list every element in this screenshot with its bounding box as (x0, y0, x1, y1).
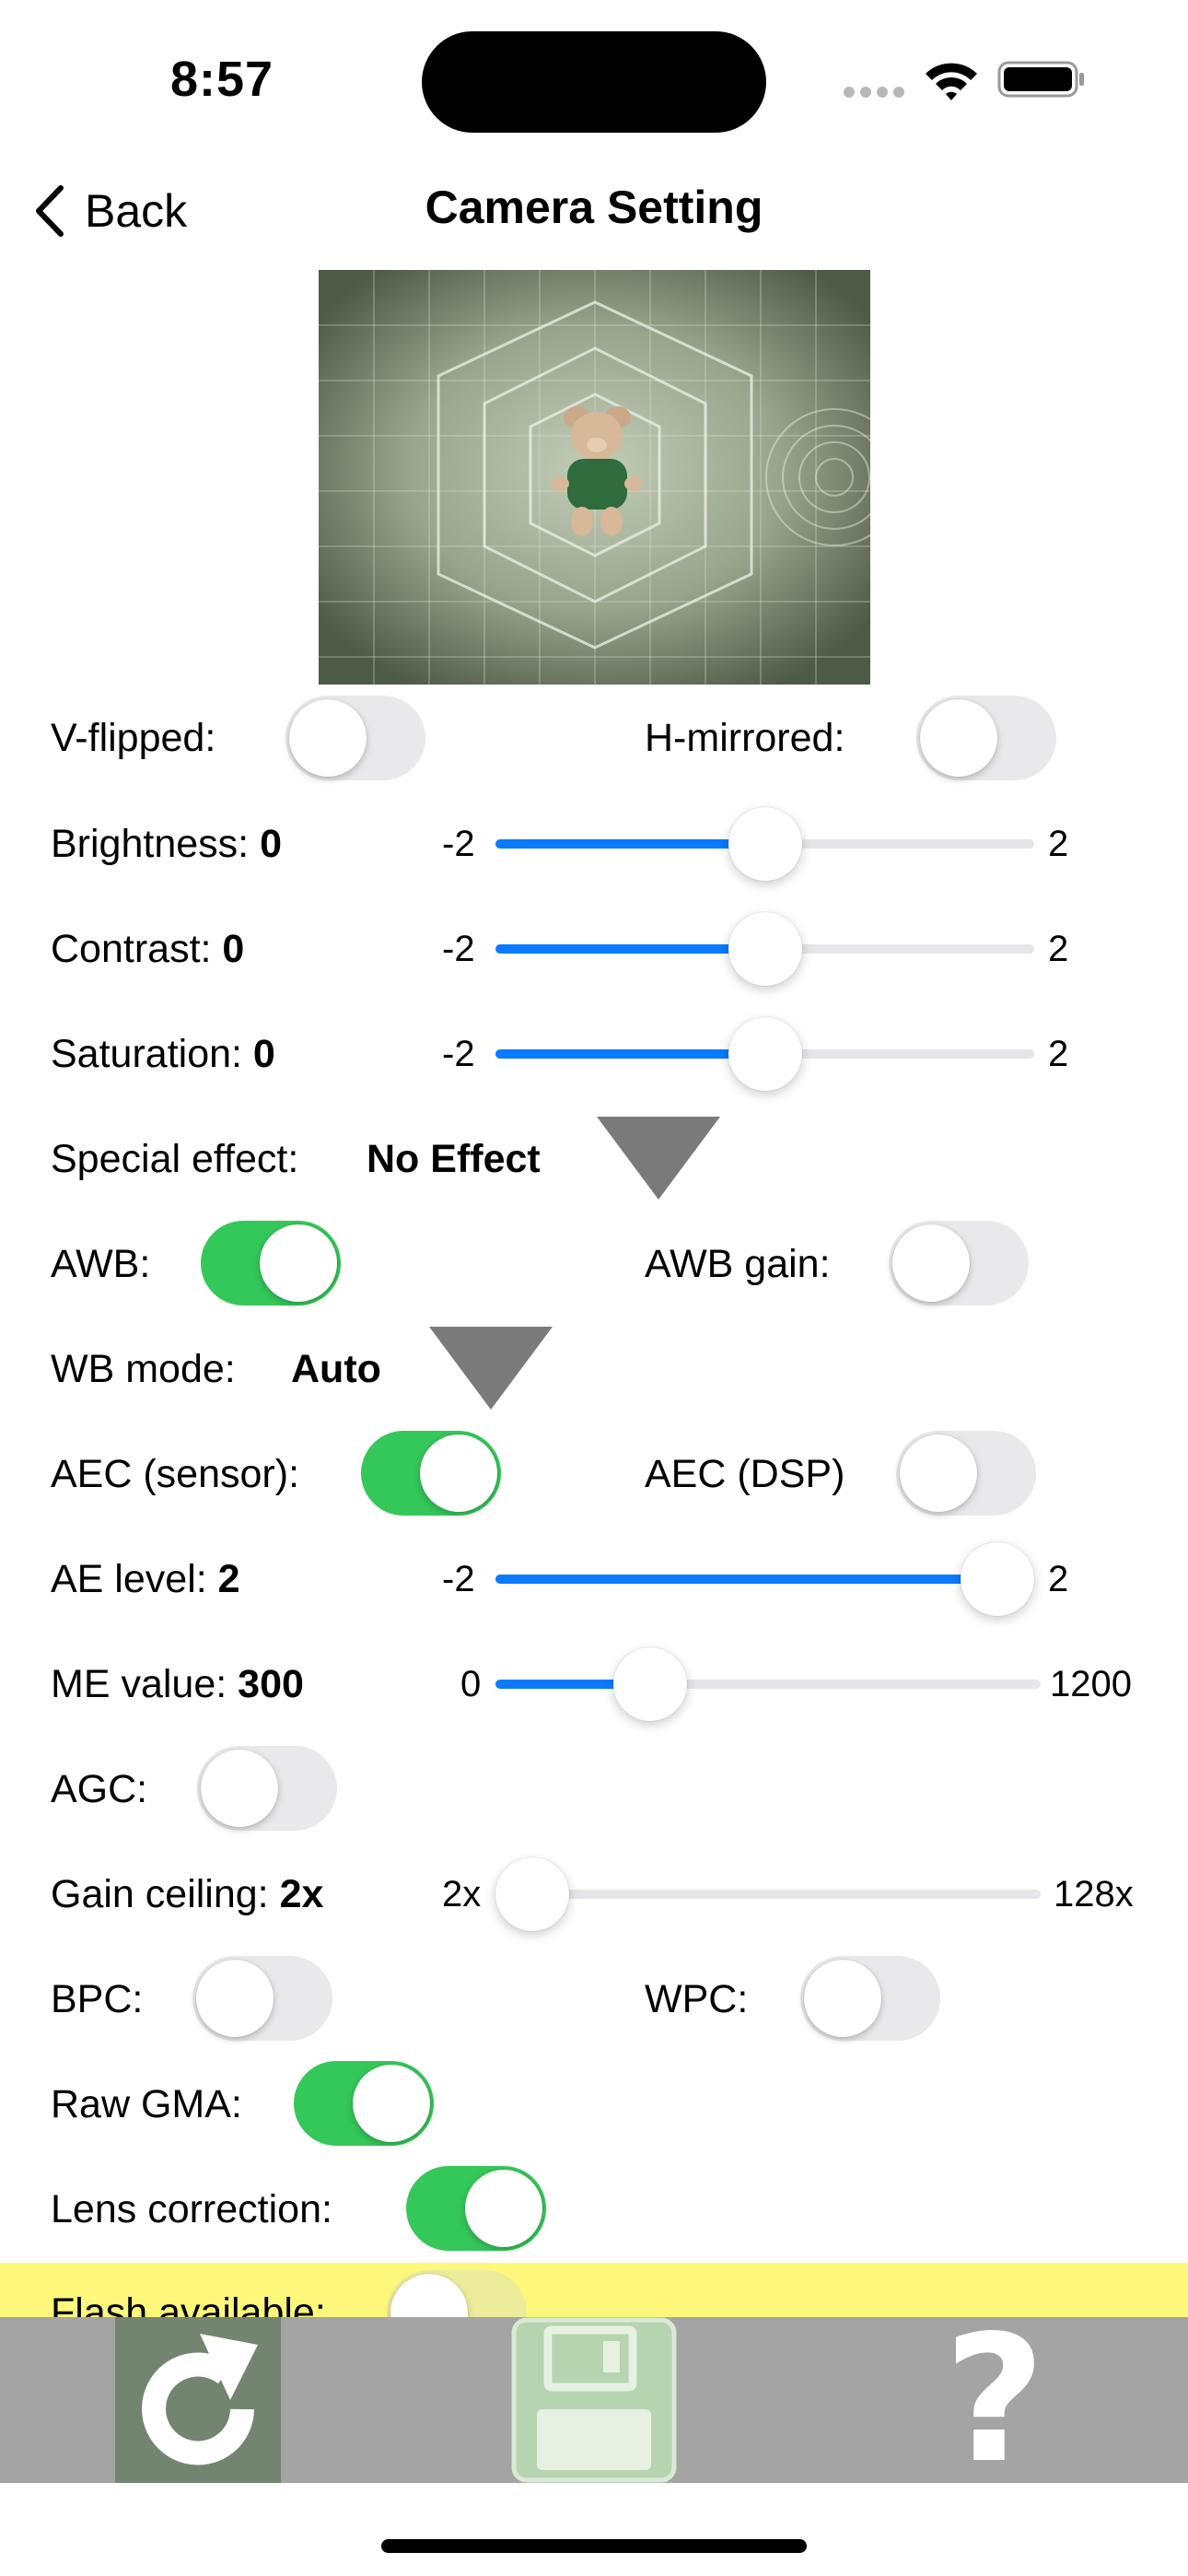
h-mirrored-toggle[interactable] (916, 696, 1056, 780)
special-effect-label: Special effect: (51, 1137, 299, 1181)
brightness-max: 2 (1048, 824, 1069, 864)
bpc-label: BPC: (51, 1977, 144, 2021)
me-value-value: 300 (238, 1662, 304, 1706)
wpc-label: WPC: (645, 1977, 749, 2021)
raw-gma-label: Raw GMA: (51, 2082, 242, 2126)
brightness-value: 0 (260, 822, 282, 866)
v-flipped-label: V-flipped: (51, 716, 216, 760)
lens-correction-toggle[interactable] (406, 2166, 546, 2251)
saturation-max: 2 (1048, 1034, 1069, 1074)
save-disk-icon (511, 2317, 677, 2483)
wpc-toggle[interactable] (800, 1956, 940, 2041)
bpc-toggle[interactable] (192, 1956, 332, 2041)
battery-icon (997, 61, 1086, 102)
awb-toggle[interactable] (201, 1221, 341, 1306)
wb-mode-label: WB mode: (51, 1347, 236, 1391)
saturation-value: 0 (252, 1032, 275, 1076)
flash-available-toggle[interactable] (387, 2270, 527, 2318)
saturation-label: Saturation: 0 (51, 1032, 275, 1076)
contrast-min: -2 (442, 929, 475, 969)
status-time: 8:57 (170, 52, 274, 107)
contrast-max: 2 (1048, 929, 1069, 969)
cellular-signal-icon (843, 86, 907, 103)
dynamic-island (422, 31, 766, 133)
special-effect-value: No Effect (367, 1137, 541, 1181)
me-value-max: 1200 (1050, 1664, 1132, 1704)
save-button[interactable] (511, 2317, 677, 2483)
help-icon: ? (943, 2298, 1046, 2501)
gain-ceiling-min: 2x (442, 1874, 482, 1914)
awb-gain-toggle[interactable] (889, 1221, 1029, 1306)
aec-sensor-toggle[interactable] (361, 1431, 501, 1516)
ae-level-value: 2 (217, 1557, 240, 1601)
gain-ceiling-label: Gain ceiling: 2x (51, 1872, 324, 1916)
ae-level-label: AE level: 2 (51, 1557, 240, 1601)
help-button[interactable]: ? (912, 2313, 1077, 2488)
ae-level-max: 2 (1048, 1559, 1069, 1599)
bottom-toolbar: ? (0, 2313, 1188, 2488)
wifi-icon (924, 59, 979, 106)
contrast-value: 0 (222, 927, 245, 971)
brightness-label: Brightness: 0 (51, 822, 282, 866)
camera-preview (319, 270, 870, 685)
page-title: Camera Setting (425, 181, 763, 233)
brightness-min: -2 (442, 824, 475, 864)
me-value-label: ME value: 300 (51, 1662, 304, 1706)
flash-available-label: Flash available: (51, 2290, 326, 2318)
wb-mode-value: Auto (291, 1347, 381, 1391)
refresh-icon (142, 2334, 258, 2465)
agc-toggle[interactable] (197, 1746, 337, 1831)
wb-mode-dropdown-icon[interactable] (429, 1327, 553, 1410)
camera-setting-screen: 8:57 Back Camera Setting V-flipped: H-mi… (0, 0, 1188, 2576)
awb-gain-label: AWB gain: (645, 1242, 831, 1286)
aec-dsp-label: AEC (DSP) (645, 1452, 845, 1496)
contrast-label: Contrast: 0 (51, 927, 245, 971)
agc-label: AGC: (51, 1767, 148, 1811)
me-value-min: 0 (460, 1664, 482, 1704)
home-indicator (381, 2539, 807, 2553)
lens-correction-label: Lens correction: (51, 2187, 332, 2231)
special-effect-dropdown-icon[interactable] (597, 1117, 720, 1200)
refresh-button[interactable] (115, 2317, 281, 2483)
awb-label: AWB: (51, 1242, 151, 1286)
aec-dsp-toggle[interactable] (896, 1431, 1036, 1516)
gain-ceiling-max: 128x (1054, 1874, 1134, 1914)
gain-ceiling-value: 2x (279, 1872, 324, 1916)
h-mirrored-label: H-mirrored: (645, 716, 845, 760)
aec-sensor-label: AEC (sensor): (51, 1452, 300, 1496)
raw-gma-toggle[interactable] (294, 2061, 434, 2146)
v-flipped-toggle[interactable] (285, 696, 425, 780)
saturation-min: -2 (442, 1034, 475, 1074)
ae-level-min: -2 (442, 1559, 475, 1599)
